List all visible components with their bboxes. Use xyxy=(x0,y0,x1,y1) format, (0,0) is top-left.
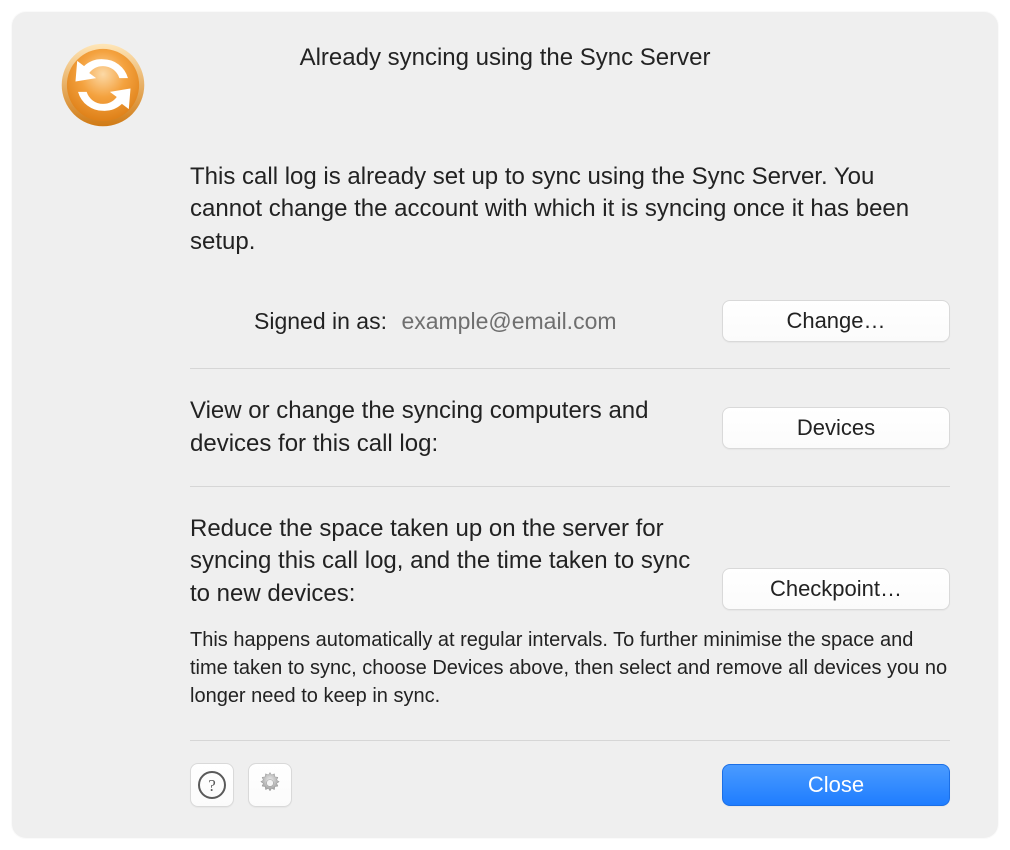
signed-in-email: example@email.com xyxy=(401,308,616,334)
checkpoint-button[interactable]: Checkpoint… xyxy=(722,568,950,610)
close-button[interactable]: Close xyxy=(722,764,950,806)
sync-server-dialog: Already syncing using the Sync Server Th… xyxy=(12,12,998,838)
intro-text: This call log is already set up to sync … xyxy=(190,161,950,258)
divider xyxy=(190,368,950,369)
help-icon: ? xyxy=(198,771,226,799)
divider xyxy=(190,740,950,741)
help-button[interactable]: ? xyxy=(190,763,234,807)
gear-icon xyxy=(257,770,283,801)
divider xyxy=(190,486,950,487)
checkpoint-note: This happens automatically at regular in… xyxy=(190,626,950,710)
checkpoint-text: Reduce the space taken up on the server … xyxy=(190,513,698,610)
signed-in-label: Signed in as: xyxy=(254,308,387,334)
change-account-button[interactable]: Change… xyxy=(722,300,950,342)
devices-text: View or change the syncing computers and… xyxy=(190,395,698,460)
settings-button[interactable] xyxy=(248,763,292,807)
signed-in-block: Signed in as: example@email.com xyxy=(254,308,698,335)
dialog-title: Already syncing using the Sync Server xyxy=(60,44,950,72)
devices-button[interactable]: Devices xyxy=(722,407,950,449)
